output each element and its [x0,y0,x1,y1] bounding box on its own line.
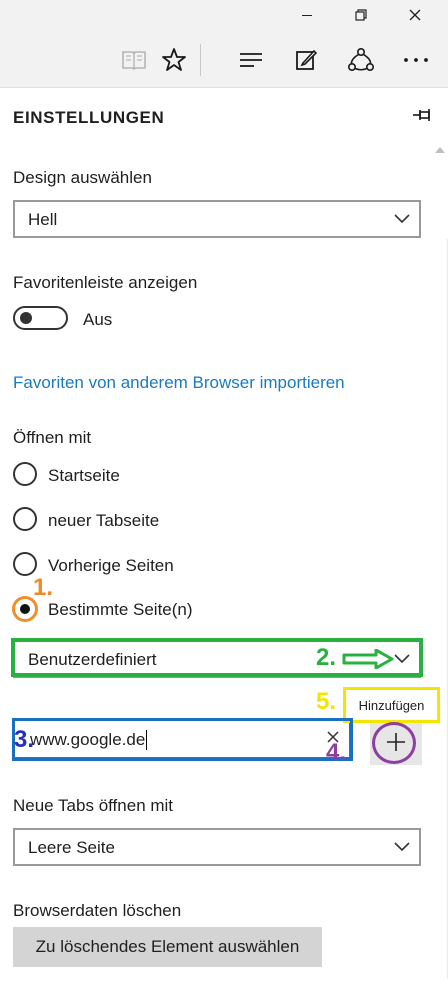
chevron-down-icon [394,842,410,852]
hub-button[interactable] [229,38,273,82]
annotation-3: 3. [14,726,35,753]
web-note-button[interactable] [284,38,328,82]
web-note-icon [296,49,318,70]
close-icon [409,9,421,21]
import-favorites-link[interactable]: Favoriten von anderem Browser importiere… [13,373,345,393]
favbar-toggle-state: Aus [83,310,113,329]
reading-view-icon [122,51,146,71]
new-tabs-select-value: Leere Seite [28,838,115,857]
scroll-up-arrow-icon[interactable] [435,147,445,153]
add-tooltip: Hinzufügen [343,687,440,723]
toggle-knob [20,312,32,324]
reading-view-button[interactable] [112,38,156,82]
radio-new-tab[interactable] [13,507,37,531]
more-button[interactable] [394,38,438,82]
annotation-4: 4. [326,739,347,766]
hub-icon [240,53,262,67]
title-bar [0,0,448,30]
radio-specific-pages-label: Bestimmte Seite(n) [48,600,193,619]
annotation-1: 1. [33,574,54,601]
minimize-icon [302,14,312,16]
share-icon [347,47,374,71]
more-icon [404,58,428,62]
favbar-label: Favoritenleiste anzeigen [13,273,198,292]
annotation-highlight-blue [12,718,353,761]
pin-icon [413,109,430,121]
radio-previous-pages[interactable] [13,552,37,576]
favorite-star-icon [162,48,186,71]
open-with-label: Öffnen mit [13,428,92,447]
settings-panel: EINSTELLUNGEN Design auswählen Hell Favo… [0,89,448,982]
radio-new-tab-label: neuer Tabseite [48,511,160,530]
close-button[interactable] [392,0,438,30]
design-label: Design auswählen [13,168,152,187]
design-select[interactable]: Hell [13,200,421,238]
chevron-down-icon [394,214,410,224]
favorite-button[interactable] [152,38,196,82]
annotation-circle-purple [372,722,416,764]
minimize-button[interactable] [284,0,330,30]
share-button[interactable] [339,38,383,82]
clear-data-label: Browserdaten löschen [13,901,182,920]
restore-icon [355,9,367,21]
choose-clear-elements-button[interactable]: Zu löschendes Element auswählen [13,927,322,967]
restore-button[interactable] [338,0,384,30]
new-tabs-label: Neue Tabs öffnen mit [13,796,174,815]
radio-previous-pages-label: Vorherige Seiten [48,556,174,575]
pin-button[interactable] [412,107,434,128]
favbar-toggle[interactable] [13,306,68,330]
design-select-value: Hell [28,210,58,229]
toolbar-separator [200,44,201,76]
annotation-2: 2. [316,644,337,671]
panel-title: EINSTELLUNGEN [13,108,165,127]
browser-toolbar [0,30,448,88]
annotation-arrow-icon [342,649,394,669]
radio-startseite[interactable] [13,462,37,486]
new-tabs-select[interactable]: Leere Seite [13,828,421,866]
radio-startseite-label: Startseite [48,466,120,485]
annotation-5: 5. [316,688,337,715]
